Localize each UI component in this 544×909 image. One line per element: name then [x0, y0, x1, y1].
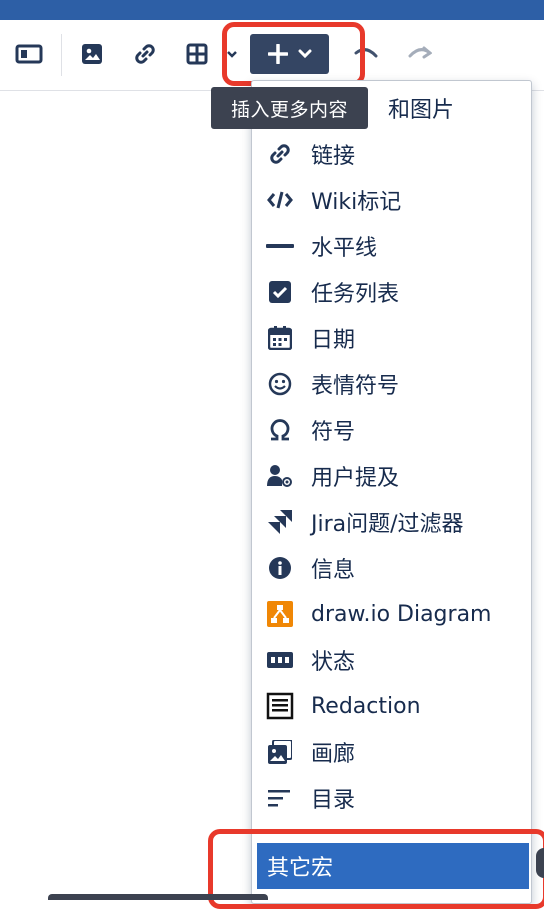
redaction-icon — [266, 692, 294, 720]
table-icon — [186, 43, 208, 65]
menu-item-label: 符号 — [311, 420, 356, 445]
drawio-icon — [266, 600, 294, 628]
image-button[interactable] — [77, 34, 107, 74]
menu-item-label: 和图片 — [388, 98, 455, 123]
menu-item-label: 信息 — [311, 558, 356, 583]
calendar-icon — [266, 324, 294, 352]
horizontal-line-icon — [266, 232, 294, 260]
menu-item-link[interactable]: 链接 — [252, 131, 531, 177]
menu-item-label: 任务列表 — [311, 282, 400, 307]
menu-item-label: 画廊 — [311, 742, 356, 767]
submenu-arrow-handle — [536, 848, 544, 878]
menu-item-emoji[interactable]: 表情符号 — [252, 361, 531, 407]
task-checkbox-icon — [266, 278, 294, 306]
menu-item-toc[interactable]: 目录 — [252, 775, 531, 821]
redo-icon — [408, 46, 432, 59]
bottom-dark-bar — [48, 894, 268, 900]
top-header-bar — [0, 0, 544, 20]
menu-item-label: draw.io Diagram — [311, 601, 492, 627]
menu-item-info[interactable]: 信息 — [252, 545, 531, 591]
menu-item-label: 表情符号 — [311, 374, 400, 399]
menu-item-label: 状态 — [311, 650, 356, 675]
menu-item-label: 链接 — [311, 144, 356, 169]
redo-button[interactable] — [404, 34, 434, 74]
toolbar-divider — [61, 34, 62, 76]
menu-item-label: 目录 — [311, 788, 356, 813]
user-mention-icon — [266, 462, 294, 490]
menu-item-jira[interactable]: Jira问题/过滤器 — [252, 499, 531, 545]
link-button[interactable] — [130, 34, 160, 74]
layout-icon — [15, 44, 43, 64]
code-icon — [266, 186, 294, 214]
menu-item-label: Redaction — [311, 693, 421, 719]
status-icon — [266, 646, 294, 674]
menu-item-label: Wiki标记 — [311, 190, 402, 215]
insert-button-highlight — [222, 22, 365, 86]
menu-item-horizontal-rule[interactable]: 水平线 — [252, 223, 531, 269]
menu-item-drawio[interactable]: draw.io Diagram — [252, 591, 531, 637]
insert-more-tooltip: 插入更多内容 — [211, 87, 368, 129]
menu-item-label: 用户提及 — [311, 466, 400, 491]
info-icon — [266, 554, 294, 582]
link-icon — [135, 44, 155, 64]
menu-item-redaction[interactable]: Redaction — [252, 683, 531, 729]
menu-item-gallery[interactable]: 画廊 — [252, 729, 531, 775]
table-button[interactable] — [182, 34, 212, 74]
menu-item-wiki-markup[interactable]: Wiki标记 — [252, 177, 531, 223]
emoji-icon — [266, 370, 294, 398]
image-icon — [82, 44, 102, 64]
toc-icon — [266, 784, 294, 812]
jira-icon — [266, 508, 294, 536]
menu-item-date[interactable]: 日期 — [252, 315, 531, 361]
menu-item-status[interactable]: 状态 — [252, 637, 531, 683]
menu-item-label: Jira问题/过滤器 — [311, 512, 464, 537]
menu-item-label: 水平线 — [311, 236, 378, 261]
gallery-icon — [266, 738, 294, 766]
insert-more-menu: 和图片 链接 Wiki标记 水平线 任务列表 日期 表情符号 符号 用户提及 J… — [251, 80, 532, 904]
menu-item-task-list[interactable]: 任务列表 — [252, 269, 531, 315]
link-icon — [266, 140, 294, 168]
menu-item-user-mention[interactable]: 用户提及 — [252, 453, 531, 499]
layout-button[interactable] — [12, 34, 46, 74]
menu-item-symbol[interactable]: 符号 — [252, 407, 531, 453]
omega-icon — [266, 416, 294, 444]
menu-item-label: 日期 — [311, 328, 356, 353]
